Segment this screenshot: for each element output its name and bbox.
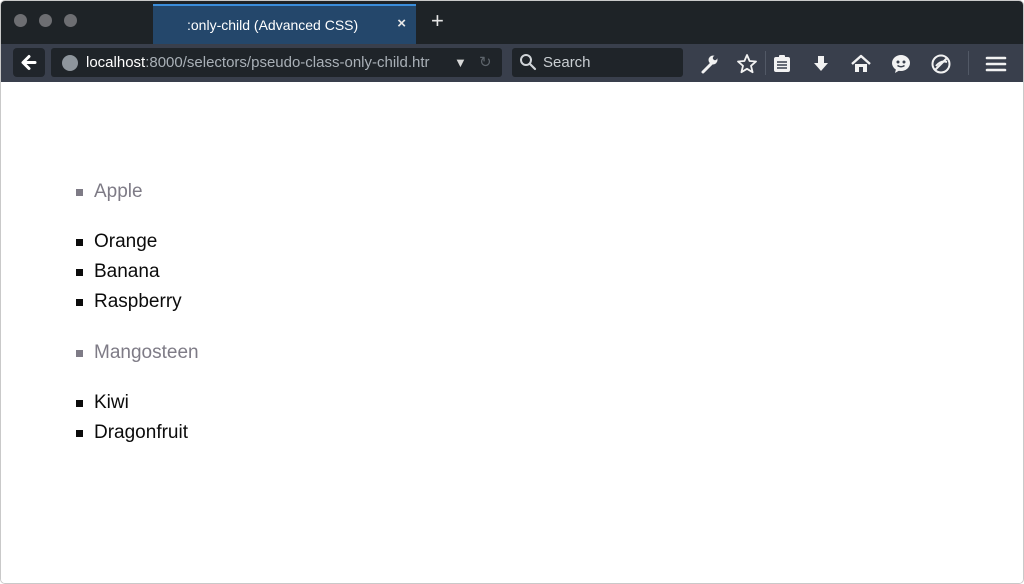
list-item-orange: Orange [94,231,158,252]
minimize-window-button[interactable] [39,14,52,27]
toolbar-separator [765,51,766,75]
tab-active[interactable]: :only-child (Advanced CSS) × [153,4,416,44]
list-bullet [76,400,83,407]
browser-window: :only-child (Advanced CSS) × + localhost… [0,0,1024,584]
list-item-raspberry: Raspberry [94,291,182,312]
list-bullet [76,430,83,437]
list-item-kiwi: Kiwi [94,392,129,413]
menu-icon[interactable] [985,53,1007,75]
list-bullet [76,189,83,196]
back-button[interactable] [13,48,45,77]
tab-title: :only-child (Advanced CSS) [187,17,359,33]
url-text[interactable]: localhost:8000/selectors/pseudo-class-on… [86,54,446,71]
url-host: localhost [86,54,146,71]
reading-list-icon[interactable] [771,53,793,75]
list-item-mangosteen: Mangosteen [94,342,199,363]
back-arrow-icon [21,55,37,70]
close-window-button[interactable] [14,14,27,27]
list-bullet [76,299,83,306]
tab-close-icon[interactable]: × [397,15,406,32]
home-icon[interactable] [850,53,872,75]
search-icon [520,54,537,71]
tab-strip: :only-child (Advanced CSS) × + [1,1,1023,44]
wrench-icon[interactable] [698,53,720,75]
list-item-banana: Banana [94,261,160,282]
globe-icon [62,55,78,71]
star-icon[interactable] [736,53,758,75]
list-bullet [76,239,83,246]
url-dropdown-icon[interactable]: ▼ [454,55,467,70]
new-tab-button[interactable]: + [431,8,444,34]
url-bar[interactable]: localhost:8000/selectors/pseudo-class-on… [51,48,502,77]
download-icon[interactable] [810,53,832,75]
reload-icon[interactable]: ↻ [479,53,492,71]
page-content: Apple Orange Banana Raspberry Mangosteen… [1,82,1023,583]
zoom-window-button[interactable] [64,14,77,27]
list-bullet [76,269,83,276]
list-item-apple: Apple [94,181,143,202]
list-item-dragonfruit: Dragonfruit [94,422,188,443]
chat-icon[interactable] [890,53,912,75]
search-bar[interactable]: Search [512,48,683,77]
toolbar-separator [968,51,969,75]
list-bullet [76,350,83,357]
navigation-toolbar: localhost:8000/selectors/pseudo-class-on… [1,44,1023,82]
search-input[interactable]: Search [543,54,591,71]
url-path: :8000/selectors/pseudo-class-only-child.… [145,54,430,71]
privacy-icon[interactable] [930,53,952,75]
